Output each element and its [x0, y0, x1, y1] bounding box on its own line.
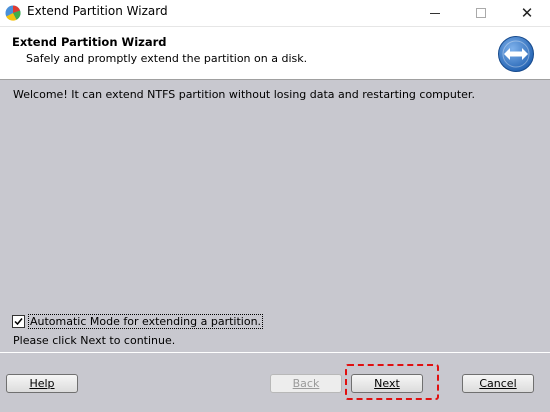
help-button-label: Help: [29, 377, 55, 390]
automatic-mode-checkbox[interactable]: [12, 314, 25, 328]
wizard-content: Welcome! It can extend NTFS partition wi…: [0, 80, 550, 352]
close-button[interactable]: ✕: [504, 0, 550, 26]
help-button[interactable]: Help: [6, 374, 78, 393]
instruction-text: Please click Next to continue.: [13, 334, 176, 347]
welcome-text: Welcome! It can extend NTFS partition wi…: [13, 88, 475, 101]
maximize-icon: [476, 8, 486, 18]
close-icon: ✕: [520, 3, 534, 22]
minimize-icon: [430, 12, 440, 14]
back-button-label: Back: [292, 377, 320, 390]
next-button-label: Next: [374, 377, 400, 390]
header-subtitle: Safely and promptly extend the partition…: [26, 52, 308, 65]
cancel-button[interactable]: Cancel: [462, 374, 534, 393]
extend-arrows-icon: [498, 36, 534, 72]
checkmark-icon: [14, 317, 23, 325]
minimize-button[interactable]: [412, 0, 458, 26]
next-button[interactable]: Next: [351, 374, 423, 393]
partition-app-icon: [5, 5, 21, 21]
automatic-mode-option[interactable]: Automatic Mode for extending a partition…: [12, 313, 264, 329]
window-title: Extend Partition Wizard: [27, 4, 168, 18]
automatic-mode-label[interactable]: Automatic Mode for extending a partition…: [28, 313, 264, 329]
maximize-button[interactable]: [458, 0, 504, 26]
back-button[interactable]: Back: [270, 374, 342, 393]
wizard-footer: Help Back Next Cancel: [0, 352, 550, 412]
header-title: Extend Partition Wizard: [12, 35, 167, 49]
wizard-header: Extend Partition Wizard Safely and promp…: [0, 27, 550, 80]
cancel-button-label: Cancel: [479, 377, 517, 390]
title-bar: Extend Partition Wizard ✕: [0, 0, 550, 27]
